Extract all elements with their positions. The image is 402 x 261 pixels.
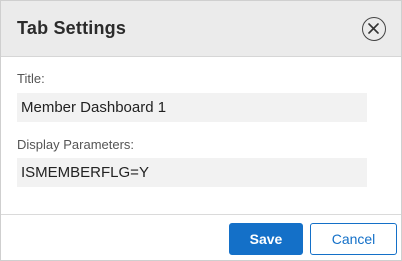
close-button[interactable] bbox=[362, 17, 386, 41]
title-input[interactable] bbox=[17, 93, 367, 122]
tab-settings-dialog: Tab Settings Title: Display Parameters: … bbox=[0, 0, 402, 261]
dialog-header: Tab Settings bbox=[1, 1, 401, 57]
display-parameters-label: Display Parameters: bbox=[17, 137, 135, 152]
cancel-button[interactable]: Cancel bbox=[310, 223, 397, 255]
display-parameters-input[interactable] bbox=[17, 158, 367, 187]
footer-divider bbox=[1, 214, 401, 215]
dialog-title: Tab Settings bbox=[17, 18, 127, 38]
title-label: Title: bbox=[17, 71, 45, 86]
save-button[interactable]: Save bbox=[229, 223, 303, 255]
close-icon bbox=[368, 23, 379, 34]
